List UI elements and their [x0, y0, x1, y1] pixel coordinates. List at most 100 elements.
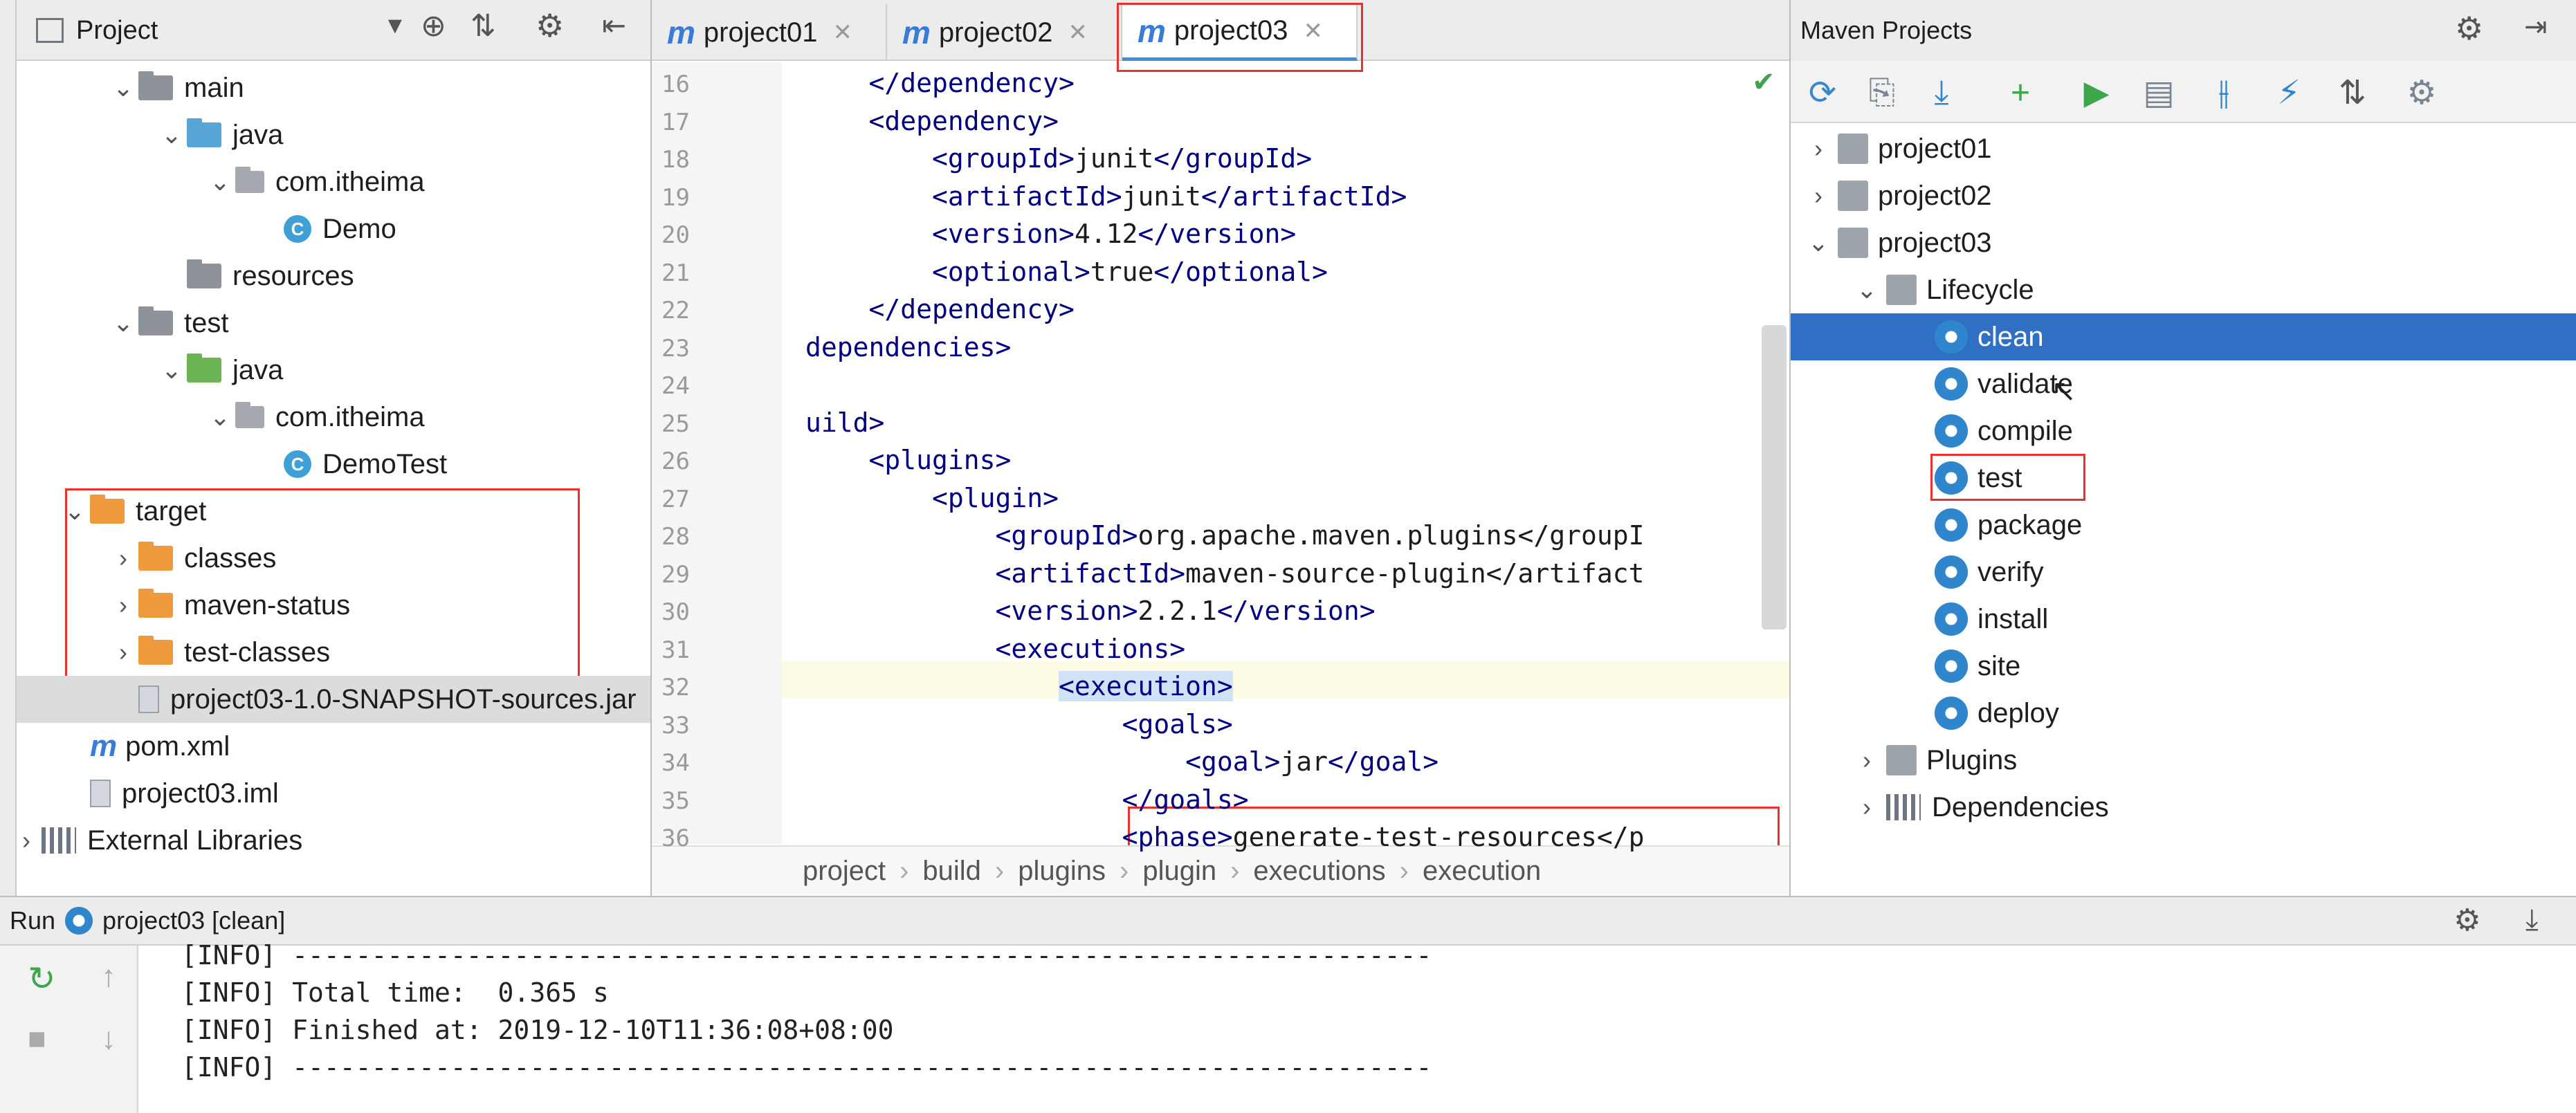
maven-phase-install[interactable]: install — [1791, 596, 2576, 643]
view-dropdown-icon[interactable]: ▼ — [383, 12, 407, 39]
scroll-down-icon[interactable]: ↓ — [101, 1022, 116, 1056]
run-config-tab[interactable]: project03 [clean] — [102, 906, 285, 935]
maven-phase-site[interactable]: site — [1791, 643, 2576, 690]
project-tree-item[interactable]: ⌄ main — [108, 64, 244, 111]
collapse-all-icon[interactable]: ⇅ — [471, 8, 496, 44]
project-tree-item[interactable]: › maven-status — [108, 582, 350, 629]
collapse-all-icon[interactable]: ⇅ — [2330, 71, 2375, 115]
maven-project-item[interactable]: › project01 — [1791, 125, 2576, 172]
editor-scrollbar[interactable] — [1762, 325, 1787, 629]
chevron-right-icon[interactable]: › — [108, 638, 138, 667]
project-tree-item[interactable]: › test-classes — [108, 629, 330, 676]
settings-gear-icon[interactable]: ⚙ — [536, 7, 564, 44]
chevron-down-icon[interactable]: ⌄ — [1847, 275, 1886, 304]
project-tree-item[interactable]: C DemoTest — [253, 441, 447, 488]
chevron-down-icon[interactable]: ⌄ — [108, 309, 138, 338]
breadcrumb-item[interactable]: execution — [1423, 856, 1541, 887]
run-configuration-icon[interactable]: ▤ — [2137, 71, 2181, 115]
skip-tests-icon[interactable]: ⚡ — [2267, 71, 2311, 115]
toggle-offline-icon[interactable]: ⫲ — [2202, 71, 2246, 115]
chevron-down-icon[interactable]: ⌄ — [205, 167, 235, 196]
maven-dependencies-item[interactable]: › Dependencies — [1791, 784, 2576, 831]
scroll-up-icon[interactable]: ↑ — [101, 959, 116, 994]
maven-settings-icon[interactable]: ⚙ — [2400, 71, 2444, 115]
code-line[interactable]: <version>4.12</version> — [805, 219, 1296, 249]
project-tree-item[interactable]: resources — [156, 252, 354, 300]
chevron-right-icon[interactable]: › — [108, 544, 138, 573]
download-icon[interactable]: ⤓ — [1919, 71, 1964, 115]
maven-phase-verify[interactable]: verify — [1791, 549, 2576, 596]
chevron-right-icon[interactable]: › — [1799, 181, 1838, 210]
project-tree-item[interactable]: ⌄ com.itheima — [205, 394, 425, 441]
project-tree-item[interactable]: m pom.xml — [60, 723, 230, 770]
chevron-down-icon[interactable]: ⌄ — [1799, 228, 1838, 257]
tab-project01[interactable]: m project01 ✕ — [652, 4, 887, 61]
locate-icon[interactable]: ⊕ — [421, 8, 446, 44]
chevron-down-icon[interactable]: ⌄ — [60, 497, 90, 526]
code-line[interactable]: </dependency> — [805, 68, 1075, 98]
tab-project02[interactable]: m project02 ✕ — [887, 4, 1122, 61]
run-icon[interactable]: ▶ — [2074, 71, 2119, 115]
maven-phase-package[interactable]: package — [1791, 502, 2576, 549]
project-tree-item[interactable]: ⌄ java — [156, 111, 283, 158]
code-line[interactable]: <version>2.2.1</version> — [805, 596, 1376, 626]
maven-plugins-item[interactable]: › Plugins — [1791, 737, 2576, 784]
project-tree-item[interactable]: ⌄ test — [108, 300, 228, 347]
code-line[interactable]: </dependency> — [805, 294, 1075, 324]
project-tree-item[interactable]: project03-1.0-SNAPSHOT-sources.jar — [17, 676, 650, 723]
code-line[interactable]: <phase>generate-test-resources</p — [805, 822, 1645, 852]
chevron-down-icon[interactable]: ⌄ — [108, 73, 138, 102]
rerun-icon[interactable]: ↻ — [28, 959, 55, 998]
chevron-right-icon[interactable]: › — [1847, 793, 1886, 822]
chevron-down-icon[interactable]: ⌄ — [156, 356, 187, 385]
code-line[interactable]: <goals> — [805, 709, 1233, 739]
breadcrumb-item[interactable]: build — [922, 856, 981, 887]
maven-phase-test[interactable]: test — [1791, 454, 2576, 502]
code-line[interactable]: </goals> — [805, 784, 1249, 815]
maven-project-item[interactable]: ⌄ project03 — [1791, 219, 2576, 266]
maven-lifecycle-item[interactable]: ⌄ Lifecycle — [1791, 266, 2576, 313]
generate-sources-icon[interactable]: ⎘ — [1860, 71, 1904, 115]
close-icon[interactable]: ✕ — [832, 19, 852, 46]
chevron-right-icon[interactable]: › — [17, 826, 42, 855]
chevron-right-icon[interactable]: › — [108, 591, 138, 620]
breadcrumb-item[interactable]: plugin — [1142, 856, 1216, 887]
code-line[interactable]: <execution> — [805, 671, 1233, 701]
code-line[interactable]: <optional>true</optional> — [805, 257, 1328, 287]
add-icon[interactable]: + — [1998, 71, 2043, 115]
code-line[interactable]: <plugins> — [805, 445, 1012, 475]
chevron-down-icon[interactable]: ⌄ — [156, 120, 187, 149]
hide-panel-icon[interactable]: ⇤ — [602, 8, 626, 42]
hide-panel-icon[interactable]: ⇥ — [2524, 11, 2548, 43]
reimport-icon[interactable]: ⟳ — [1800, 71, 1845, 115]
code-line[interactable]: <goal>jar</goal> — [805, 746, 1438, 777]
project-tree-item[interactable]: C Demo — [253, 205, 396, 252]
chevron-right-icon[interactable]: › — [1799, 134, 1838, 163]
maven-phase-validate[interactable]: validate — [1791, 360, 2576, 407]
code-line[interactable]: <dependency> — [805, 106, 1059, 136]
code-line[interactable]: <plugin> — [805, 483, 1059, 513]
breadcrumb-item[interactable]: executions — [1253, 856, 1385, 887]
maven-phase-deploy[interactable]: deploy — [1791, 690, 2576, 737]
breadcrumb-item[interactable]: project — [803, 856, 886, 887]
breadcrumb-item[interactable]: plugins — [1018, 856, 1106, 887]
project-tree-item[interactable]: › classes — [108, 535, 276, 582]
project-tree-item[interactable]: › External Libraries — [17, 817, 302, 864]
code-line[interactable]: <artifactId>maven-source-plugin</artifac… — [805, 558, 1645, 589]
code-line[interactable]: <groupId>org.apache.maven.plugins</group… — [805, 520, 1645, 551]
minimize-icon[interactable]: ⤓ — [2525, 903, 2539, 937]
settings-gear-icon[interactable]: ⚙ — [2455, 10, 2483, 47]
stop-icon[interactable]: ■ — [28, 1022, 46, 1056]
code-line[interactable]: uild> — [805, 407, 884, 438]
maven-project-item[interactable]: › project02 — [1791, 172, 2576, 219]
settings-gear-icon[interactable]: ⚙ — [2454, 903, 2481, 938]
project-tree-item[interactable]: ⌄ java — [156, 347, 283, 394]
chevron-down-icon[interactable]: ⌄ — [205, 403, 235, 432]
project-tree-item[interactable]: ⌄ target — [60, 488, 206, 535]
project-tree-item[interactable]: project03.iml — [60, 770, 279, 817]
code-line[interactable]: <artifactId>junit</artifactId> — [805, 181, 1407, 212]
maven-phase-compile[interactable]: compile — [1791, 407, 2576, 454]
code-line[interactable]: <groupId>junit</groupId> — [805, 143, 1312, 174]
project-tree-item[interactable]: ⌄ com.itheima — [205, 158, 425, 205]
code-line[interactable]: dependencies> — [805, 332, 1011, 362]
